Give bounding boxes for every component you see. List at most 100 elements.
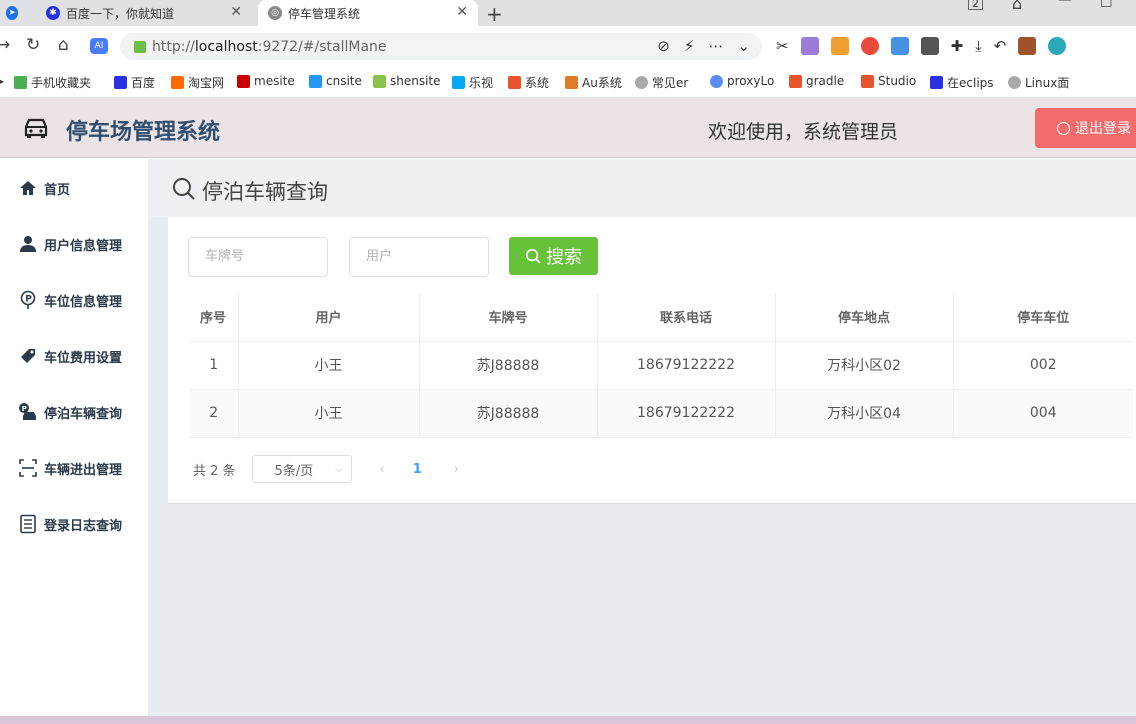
sidebar-item-fees[interactable]: 车位费用设置 bbox=[18, 345, 122, 367]
undo-icon[interactable]: ↶ bbox=[994, 37, 1007, 55]
browser-tab-baidu[interactable]: ✱ 百度一下，你就知道 ✕ bbox=[38, 0, 252, 26]
bookmark-item[interactable]: Studio bbox=[861, 74, 916, 88]
weibo-icon[interactable] bbox=[860, 37, 879, 55]
site-icon bbox=[237, 74, 250, 88]
phone-icon bbox=[14, 76, 27, 89]
column-header: 用户 bbox=[238, 293, 420, 342]
close-icon[interactable]: ✕ bbox=[456, 4, 468, 20]
bookmark-item[interactable]: 手机收藏夹 bbox=[14, 74, 91, 91]
bookmark-item[interactable]: 在eclips bbox=[930, 74, 994, 91]
sidebar: 首页 用户信息管理 P 车位信息管理 车位费用设置 P 停泊车辆查询 车辆进出管… bbox=[0, 159, 148, 724]
bookmark-item[interactable]: mesite bbox=[237, 74, 295, 88]
browser-tab-pinned[interactable]: ➤ bbox=[0, 0, 24, 26]
table-cell: 小王 bbox=[238, 341, 420, 390]
taobao-icon bbox=[171, 76, 184, 89]
tab-count-icon[interactable]: 2 bbox=[968, 0, 983, 10]
table-cell: 小王 bbox=[238, 389, 420, 438]
reload-icon[interactable]: ↻ bbox=[26, 35, 40, 55]
back-icon[interactable]: → bbox=[0, 35, 10, 55]
tab-label: 百度一下，你就知道 bbox=[66, 6, 175, 21]
sidebar-item-entry-exit[interactable]: 车辆进出管理 bbox=[18, 457, 122, 479]
column-header: 联系电话 bbox=[597, 293, 776, 342]
site-icon bbox=[373, 74, 386, 88]
parked-vehicles-table: 序号 用户 车牌号 联系电话 停车地点 停车车位 1 小王 苏J88888 18… bbox=[190, 293, 1133, 438]
search-button-label: 搜索 bbox=[546, 247, 582, 268]
globe-icon bbox=[1008, 76, 1021, 89]
browser-tab-active[interactable]: ◎ 停车管理系统 ✕ bbox=[258, 0, 478, 26]
page-number[interactable]: 1 bbox=[413, 462, 422, 477]
minimize-icon[interactable]: — bbox=[1058, 0, 1072, 8]
sidebar-item-login-log[interactable]: 登录日志查询 bbox=[18, 513, 122, 535]
download-icon[interactable]: ⤓ bbox=[975, 37, 982, 55]
table-row[interactable]: 2 小王 苏J88888 18679122222 万科小区04 004 bbox=[190, 389, 1133, 438]
globe-icon bbox=[635, 76, 648, 89]
bookmark-item[interactable]: 乐视 bbox=[452, 74, 493, 91]
table-cell: 苏J88888 bbox=[419, 341, 598, 390]
bookmark-item[interactable]: 百度 bbox=[114, 74, 155, 91]
bookmark-item[interactable]: cnsite bbox=[309, 74, 362, 88]
more-icon[interactable]: ⋯ bbox=[708, 37, 723, 55]
user-search-input[interactable]: 用户 bbox=[349, 237, 489, 277]
column-header: 停车车位 bbox=[953, 293, 1133, 342]
chevron-down-icon[interactable]: ⌄ bbox=[737, 37, 750, 55]
home-icon[interactable]: ⌂ bbox=[58, 35, 69, 55]
fox-icon[interactable] bbox=[830, 37, 849, 55]
book-icon[interactable] bbox=[920, 37, 939, 55]
new-tab-button[interactable]: + bbox=[486, 2, 503, 26]
puzzle-icon[interactable]: ✚ bbox=[951, 37, 964, 55]
sidebar-item-users[interactable]: 用户信息管理 bbox=[18, 233, 122, 255]
maximize-icon[interactable]: ☐ bbox=[1100, 0, 1113, 11]
table-cell: 万科小区04 bbox=[775, 389, 954, 438]
table-row[interactable]: 1 小王 苏J88888 18679122222 万科小区02 002 bbox=[190, 341, 1133, 390]
url-host: localhost bbox=[194, 38, 258, 55]
address-bar-row: → ↻ ⌂ AI http://localhost:9272/#/stallMa… bbox=[0, 26, 1136, 66]
ai-icon[interactable]: AI bbox=[90, 38, 108, 54]
bookmark-item[interactable]: shensite bbox=[373, 74, 441, 88]
parked-car-icon: P bbox=[19, 403, 36, 420]
extension-icons: ✂ ✚ ⤓ ↶ bbox=[776, 37, 1067, 55]
browser-tab-strip: ➤ ✱ 百度一下，你就知道 ✕ ◎ 停车管理系统 ✕ + 2 ⌂ — ☐ bbox=[0, 0, 1136, 26]
bookmark-item[interactable]: Linux面 bbox=[1008, 74, 1069, 91]
url-input[interactable]: http://localhost:9272/#/stallMane ⊘ ⚡ ⋯ … bbox=[120, 33, 762, 60]
briefcase-icon[interactable] bbox=[1018, 37, 1037, 55]
site-icon bbox=[508, 76, 521, 89]
translate-icon[interactable] bbox=[800, 37, 819, 55]
search-icon bbox=[525, 248, 541, 264]
compass-icon[interactable]: ⊘ bbox=[657, 37, 670, 55]
scissors-icon[interactable]: ✂ bbox=[776, 37, 789, 55]
sidebar-item-home[interactable]: 首页 bbox=[18, 177, 70, 199]
bookmark-item[interactable]: proxyLo bbox=[710, 74, 774, 88]
table-cell: 18679122222 bbox=[597, 389, 776, 438]
next-page-icon[interactable]: › bbox=[454, 462, 459, 477]
tag-icon bbox=[21, 349, 35, 363]
home-icon bbox=[20, 181, 36, 195]
logout-button[interactable]: 退出登录 bbox=[1035, 108, 1136, 148]
bookmark-item[interactable]: gradle bbox=[789, 74, 844, 88]
app-header: 停车场管理系统 欢迎使用，系统管理员 退出登录 bbox=[0, 98, 1136, 158]
app-title: 停车场管理系统 bbox=[66, 120, 221, 145]
bookmark-item[interactable]: 淘宝网 bbox=[171, 74, 224, 91]
pagination: 共 2 条 5条/页 ⌵ ‹ 1 › bbox=[193, 455, 459, 483]
site-icon bbox=[710, 74, 723, 88]
prev-page-icon[interactable]: ‹ bbox=[380, 462, 385, 477]
pin-icon[interactable]: ⌂ bbox=[1012, 0, 1022, 13]
close-icon[interactable]: ✕ bbox=[230, 4, 242, 20]
bookmark-item[interactable]: 系统 bbox=[508, 74, 549, 91]
plate-search-input[interactable]: 车牌号 bbox=[188, 237, 328, 277]
table-cell: 苏J88888 bbox=[419, 389, 598, 438]
profile-icon[interactable] bbox=[1048, 37, 1067, 55]
table-cell: 2 bbox=[190, 389, 239, 438]
lightning-icon[interactable]: ⚡ bbox=[684, 37, 695, 55]
table-header-row: 序号 用户 车牌号 联系电话 停车地点 停车车位 bbox=[190, 293, 1133, 342]
mail-icon[interactable] bbox=[890, 37, 909, 55]
search-button[interactable]: 搜索 bbox=[509, 237, 598, 275]
bookmark-item[interactable]: 常见er bbox=[635, 74, 688, 91]
bookmark-item[interactable]: Au系统 bbox=[565, 74, 622, 91]
bookmark-item[interactable]: ▸ bbox=[0, 74, 10, 88]
svg-text:P: P bbox=[25, 295, 32, 305]
scan-icon bbox=[19, 459, 37, 477]
sidebar-item-parked-query[interactable]: P 停泊车辆查询 bbox=[18, 401, 122, 423]
sidebar-item-stalls[interactable]: P 车位信息管理 bbox=[18, 289, 122, 311]
logout-label: 退出登录 bbox=[1075, 121, 1131, 137]
page-size-select[interactable]: 5条/页 ⌵ bbox=[251, 455, 352, 483]
